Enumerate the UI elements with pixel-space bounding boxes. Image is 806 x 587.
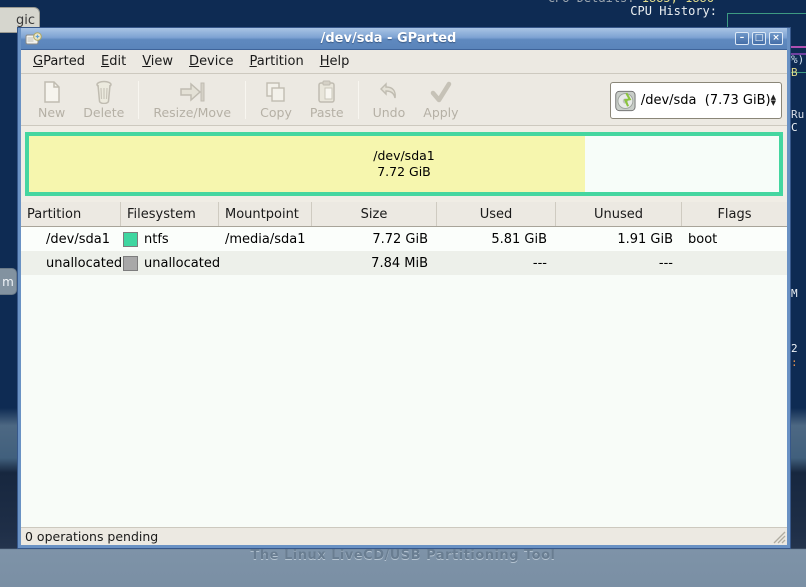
undo-button[interactable]: Undo <box>364 78 415 122</box>
filesystem-label: ntfs <box>144 232 169 247</box>
undo-arrow-icon <box>377 80 401 104</box>
menu-bar: GParted Edit View Device Partition Help <box>21 50 787 74</box>
partition-name: /dev/sda1 <box>373 148 435 164</box>
column-header-partition[interactable]: Partition <box>21 202 121 226</box>
partition-visual-panel: /dev/sda1 7.72 GiB <box>21 126 787 202</box>
filesystem-label: unallocated <box>144 256 219 271</box>
spinner-down-icon: ▼ <box>771 101 776 106</box>
cell-unused: --- <box>556 256 682 271</box>
partition-bar-label: /dev/sda1 7.72 GiB <box>29 136 779 192</box>
menu-gparted[interactable]: GParted <box>25 51 93 72</box>
paste-button[interactable]: Paste <box>301 78 353 122</box>
delete-button[interactable]: Delete <box>74 78 133 122</box>
cell-flags: boot <box>682 232 787 247</box>
column-header-flags[interactable]: Flags <box>682 202 787 226</box>
partition-bar[interactable]: /dev/sda1 7.72 GiB <box>25 132 783 196</box>
minimize-button[interactable]: – <box>735 32 749 45</box>
status-bar: 0 operations pending <box>21 527 787 545</box>
menu-edit[interactable]: Edit <box>93 51 134 72</box>
cell-filesystem: ntfs <box>121 232 219 247</box>
resize-move-button[interactable]: Resize/Move <box>144 78 240 122</box>
conky-cpu-history-label: CPU History: <box>630 4 717 18</box>
maximize-button[interactable]: □ <box>752 32 766 45</box>
cell-partition: unallocated <box>21 256 121 271</box>
cell-size: 7.84 MiB <box>312 256 437 271</box>
column-header-unused[interactable]: Unused <box>556 202 682 226</box>
column-header-mountpoint[interactable]: Mountpoint <box>219 202 312 226</box>
new-button[interactable]: New <box>29 78 74 122</box>
table-empty-area[interactable] <box>21 275 787 527</box>
menu-view[interactable]: View <box>134 51 181 72</box>
conky-text-fragment: B <box>791 66 798 79</box>
device-selector-spinner[interactable]: ▲ ▼ <box>771 95 778 106</box>
resize-move-icon <box>177 80 207 104</box>
cell-mountpoint: /media/sda1 <box>219 232 312 247</box>
column-header-filesystem[interactable]: Filesystem <box>121 202 219 226</box>
cell-size: 7.72 GiB <box>312 232 437 247</box>
resize-grip[interactable] <box>772 530 786 544</box>
hard-disk-icon <box>614 88 637 114</box>
new-document-icon <box>41 80 63 104</box>
table-row[interactable]: /dev/sda1 ntfs /media/sda1 7.72 GiB 5.81… <box>21 227 787 251</box>
cell-filesystem: unallocated <box>121 256 219 271</box>
title-bar[interactable]: /dev/sda - GParted – □ × <box>21 28 787 50</box>
close-button[interactable]: × <box>769 32 783 45</box>
conky-text-fragment: Ru <box>791 108 804 121</box>
trash-icon <box>93 80 115 104</box>
apply-button[interactable]: Apply <box>414 78 467 122</box>
toolbar: New Delete Resize/Move <box>21 74 787 126</box>
cell-unused: 1.91 GiB <box>556 232 682 247</box>
desktop: CPU Details: 1885, 1886 CPU History: %) … <box>0 0 806 587</box>
table-header: Partition Filesystem Mountpoint Size Use… <box>21 202 787 227</box>
toolbar-separator <box>138 81 139 119</box>
gparted-window: /dev/sda - GParted – □ × GParted Edit Vi… <box>18 28 790 548</box>
filesystem-color-swatch <box>123 232 138 247</box>
paste-clipboard-icon <box>316 80 338 104</box>
device-selector-value: /dev/sda (7.73 GiB) <box>641 93 771 108</box>
copy-button[interactable]: Copy <box>251 78 301 122</box>
table-row[interactable]: unallocated unallocated 7.84 MiB --- --- <box>21 251 787 275</box>
background-window-tab-m[interactable]: m <box>0 268 17 295</box>
column-header-size[interactable]: Size <box>312 202 437 226</box>
column-header-used[interactable]: Used <box>437 202 556 226</box>
pending-operations-status: 0 operations pending <box>25 529 158 544</box>
cell-used: 5.81 GiB <box>437 232 556 247</box>
conky-text-fragment: 2 <box>791 342 798 355</box>
conky-text-fragment: M <box>791 287 798 300</box>
toolbar-separator <box>245 81 246 119</box>
apply-check-icon <box>428 80 454 104</box>
menu-device[interactable]: Device <box>181 51 241 72</box>
partition-size: 7.72 GiB <box>377 164 431 180</box>
conky-text-fragment: %) <box>791 53 804 66</box>
filesystem-color-swatch <box>123 256 138 271</box>
window-title: /dev/sda - GParted <box>42 31 735 46</box>
gparted-app-icon <box>25 31 42 46</box>
cell-partition: /dev/sda1 <box>21 232 121 247</box>
desktop-caption: The Linux LiveCD/USB Partitioning Tool <box>0 548 806 563</box>
menu-partition[interactable]: Partition <box>242 51 312 72</box>
conky-text-fragment: C <box>791 121 798 134</box>
conky-text-fragment: : <box>791 356 798 369</box>
copy-icon <box>264 80 288 104</box>
cell-used: --- <box>437 256 556 271</box>
device-selector[interactable]: /dev/sda (7.73 GiB) ▲ ▼ <box>610 82 782 119</box>
menu-help[interactable]: Help <box>312 51 358 72</box>
toolbar-separator <box>358 81 359 119</box>
